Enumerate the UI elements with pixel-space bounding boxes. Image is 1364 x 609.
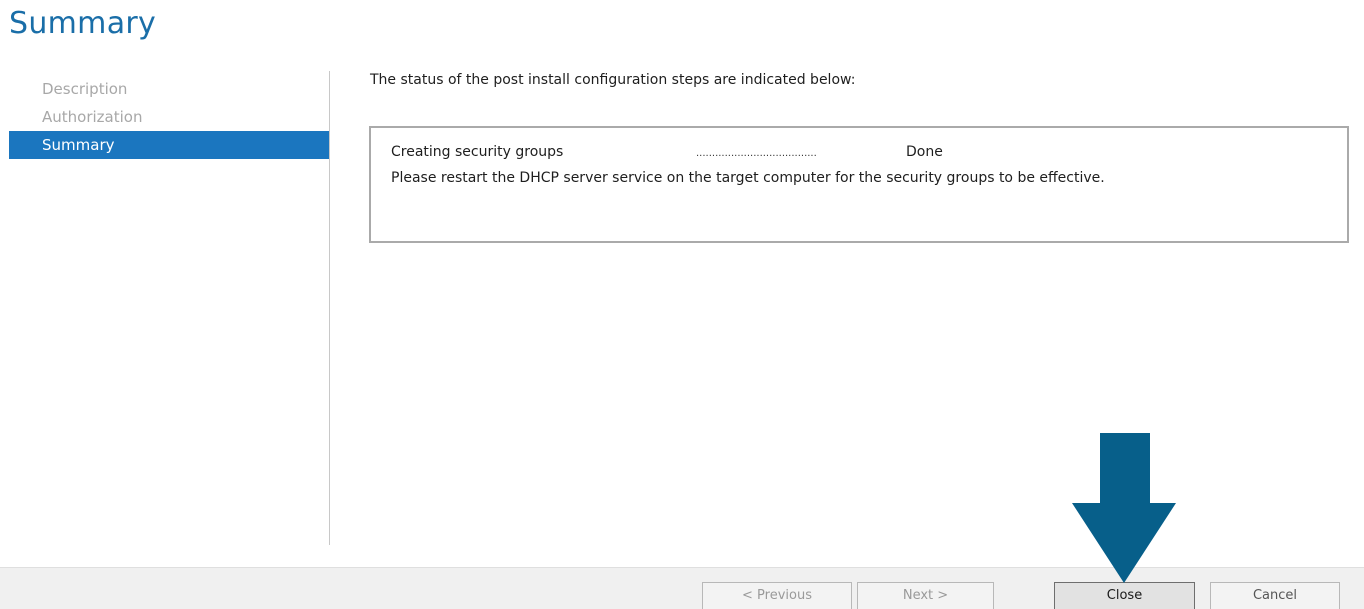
arrow-down-icon-shape: [1072, 433, 1176, 583]
step-name: Creating security groups: [391, 144, 564, 160]
page-title: Summary: [9, 6, 157, 41]
status-results-box: Creating security groups ...............…: [369, 126, 1349, 243]
wizard-nav: Description Authorization Summary: [9, 74, 329, 159]
next-button[interactable]: Next >: [857, 582, 994, 609]
step-row: Creating security groups ...............…: [391, 144, 1327, 166]
nav-item-authorization[interactable]: Authorization: [9, 104, 329, 131]
status-intro-text: The status of the post install configura…: [370, 72, 856, 88]
dhcp-post-install-wizard: Summary Description Authorization Summar…: [0, 0, 1364, 609]
close-button[interactable]: Close: [1054, 582, 1195, 609]
nav-item-description[interactable]: Description: [9, 74, 329, 104]
cancel-button[interactable]: Cancel: [1210, 582, 1340, 609]
previous-button[interactable]: < Previous: [702, 582, 852, 609]
arrow-down-icon: [1072, 433, 1176, 583]
step-status: Done: [906, 144, 943, 160]
nav-divider: [329, 71, 330, 545]
step-leader-dots: ......................................: [696, 148, 817, 159]
restart-message: Please restart the DHCP server service o…: [391, 170, 1105, 186]
nav-item-summary[interactable]: Summary: [9, 131, 329, 159]
